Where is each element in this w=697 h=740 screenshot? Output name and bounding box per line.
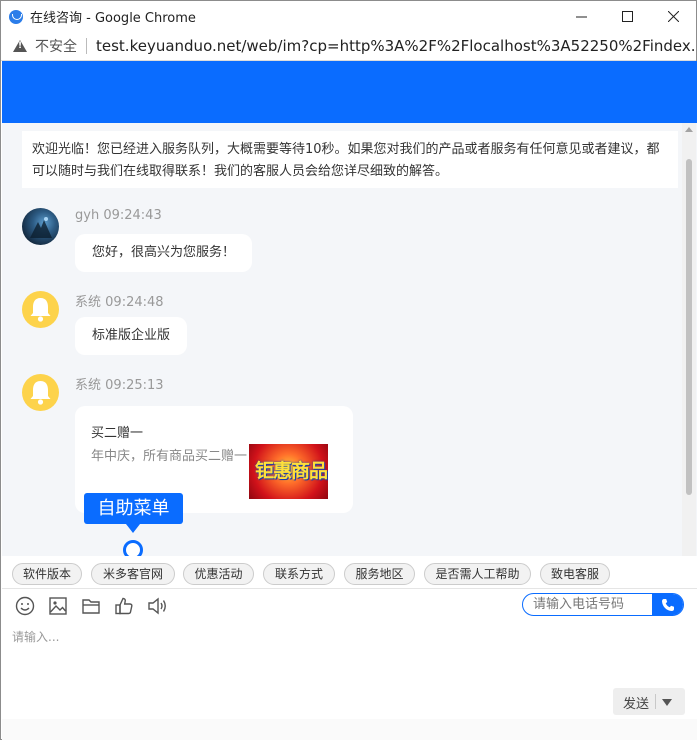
image-upload-button[interactable]: [47, 595, 69, 617]
close-icon: [667, 11, 679, 22]
avatar[interactable]: [22, 374, 59, 411]
message-time: 09:24:48: [105, 295, 164, 310]
card-image-text: 钜惠商品: [255, 460, 328, 482]
bell-icon: [30, 381, 51, 405]
chat-log[interactable]: 欢迎光临！您已经进入服务队列，大概需要等待10秒。如果您对我们的产品或者服务有任…: [2, 123, 697, 556]
message-item: 系统 09:25:13 买二赠一 年中庆，所有商品买二赠一 钜惠商品: [22, 374, 362, 514]
message-meta: gyh 09:24:43: [75, 208, 162, 223]
browser-window: 在线咨询 - Google Chrome 不安全 test.keyuanduo.…: [0, 0, 697, 740]
footer-strip: [2, 719, 697, 740]
sender-name: 系统: [75, 295, 102, 310]
scroll-thumb[interactable]: [686, 159, 692, 495]
security-status[interactable]: 不安全: [35, 36, 77, 56]
image-icon: [49, 597, 67, 615]
url-field[interactable]: test.keyuanduo.net/web/im?cp=http%3A%2F%…: [96, 37, 696, 55]
minimize-icon: [575, 16, 587, 18]
message-time: 09:25:13: [105, 378, 164, 393]
divider: [86, 38, 87, 54]
title-bar: 在线咨询 - Google Chrome: [1, 1, 696, 32]
window-controls: [558, 1, 696, 32]
chevron-down-icon[interactable]: [662, 699, 672, 706]
address-bar: 不安全 test.keyuanduo.net/web/im?cp=http%3A…: [1, 32, 696, 61]
phone-number-input[interactable]: [523, 594, 661, 615]
message-item: gyh 09:24:43 您好，很高兴为您服务！: [22, 208, 322, 278]
chat-header: [2, 61, 697, 123]
maximize-button[interactable]: [604, 1, 650, 32]
minimize-button[interactable]: [558, 1, 604, 32]
welcome-notice: 欢迎光临！您已经进入服务队列，大概需要等待10秒。如果您对我们的产品或者服务有任…: [22, 131, 678, 188]
call-button[interactable]: [652, 594, 683, 615]
emoji-button[interactable]: [14, 595, 36, 617]
divider: [655, 694, 656, 709]
chat-scrollbar[interactable]: [682, 123, 696, 556]
quick-menu-item[interactable]: 软件版本: [12, 563, 82, 585]
quick-menu-item[interactable]: 是否需人工帮助: [424, 563, 531, 585]
user-photo-icon: [30, 217, 52, 238]
file-upload-button[interactable]: [80, 595, 102, 617]
message-meta: 系统 09:24:48: [75, 291, 164, 310]
bell-icon: [30, 298, 51, 322]
quick-menu: 软件版本 米多客官网 优惠活动 联系方式 服务地区 是否需人工帮助 致电客服: [2, 556, 697, 589]
quick-menu-item[interactable]: 致电客服: [540, 563, 610, 585]
message-bubble: 您好，很高兴为您服务！: [75, 234, 253, 272]
message-meta: 系统 09:25:13: [75, 374, 164, 393]
message-item: 系统 09:24:48 标准版企业版: [22, 291, 322, 361]
thumbs-up-icon: [115, 597, 133, 615]
chat-app-icon: [9, 9, 23, 24]
card-image[interactable]: 钜惠商品: [249, 444, 328, 499]
phone-callback-box: [522, 593, 684, 616]
quick-menu-item[interactable]: 联系方式: [263, 563, 335, 585]
rating-button[interactable]: [113, 595, 135, 617]
phone-icon: [661, 598, 674, 611]
scroll-up-arrow-icon[interactable]: [685, 127, 693, 132]
sound-toggle-button[interactable]: [146, 595, 168, 617]
message-input[interactable]: [2, 623, 697, 719]
message-bubble: 标准版企业版: [75, 317, 188, 355]
sender-name: 系统: [75, 378, 102, 393]
close-button[interactable]: [650, 1, 696, 32]
avatar[interactable]: [22, 208, 59, 245]
sender-name: gyh: [75, 208, 100, 223]
volume-icon: [148, 597, 166, 615]
avatar[interactable]: [22, 291, 59, 328]
quick-menu-item[interactable]: 优惠活动: [183, 563, 254, 585]
card-title: 买二赠一: [91, 426, 144, 441]
maximize-icon: [621, 11, 633, 22]
card-description: 年中庆，所有商品买二赠一: [91, 449, 248, 464]
quick-menu-item[interactable]: 米多客官网: [91, 563, 175, 585]
warning-icon[interactable]: [13, 40, 27, 52]
window-title: 在线咨询 - Google Chrome: [30, 11, 196, 26]
message-time: 09:24:43: [103, 208, 162, 223]
folder-icon: [82, 599, 100, 614]
quick-menu-item[interactable]: 服务地区: [344, 563, 415, 585]
send-button[interactable]: 发送: [613, 688, 685, 715]
self-service-menu-tooltip: 自助菜单: [84, 493, 183, 533]
emoji-icon: [15, 596, 35, 616]
send-button-label: 发送: [623, 697, 650, 712]
